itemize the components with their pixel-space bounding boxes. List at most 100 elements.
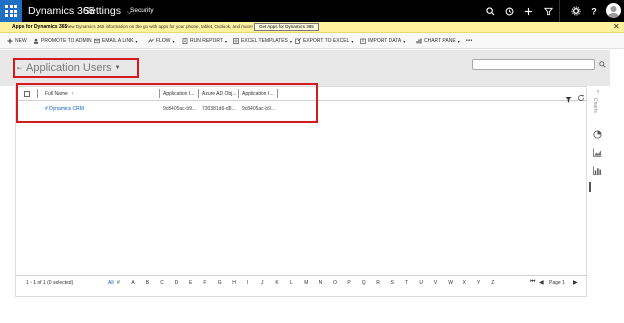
import-icon xyxy=(360,38,366,44)
email-icon xyxy=(94,38,100,44)
filter-letter-link[interactable]: Q xyxy=(362,280,366,286)
export-to-excel-button[interactable]: EXPORT TO EXCEL ▾ xyxy=(295,38,353,44)
run-report-label: RUN REPORT xyxy=(190,38,223,44)
search-icon[interactable] xyxy=(597,59,607,70)
user-avatar[interactable] xyxy=(606,3,621,18)
filter-letter-link[interactable]: C xyxy=(160,280,164,286)
report-icon xyxy=(182,38,188,44)
chevron-left-icon[interactable]: ‹ xyxy=(597,89,599,95)
promote-icon xyxy=(33,38,39,44)
chevron-down-icon: ▾ xyxy=(224,38,227,44)
charts-label[interactable]: Charts xyxy=(592,98,598,113)
filter-icon[interactable] xyxy=(541,4,555,18)
get-apps-button[interactable]: Get Apps for Dynamics 365 xyxy=(254,23,319,31)
bar-chart-icon[interactable] xyxy=(593,162,602,175)
more-commands-button[interactable]: ••• xyxy=(466,38,473,44)
import-data-button[interactable]: IMPORT DATA ▾ xyxy=(360,38,405,44)
filter-letter-link[interactable]: H xyxy=(232,280,236,286)
pie-chart-icon[interactable] xyxy=(593,126,602,139)
filter-letter-link[interactable]: F xyxy=(203,280,206,286)
filter-letter-link[interactable]: M xyxy=(304,280,308,286)
record-count: 1 - 1 of 1 (0 selected) xyxy=(26,280,74,286)
filter-letter-link[interactable]: A xyxy=(131,280,134,286)
refresh-icon[interactable] xyxy=(577,89,585,101)
export-to-excel-label: EXPORT TO EXCEL xyxy=(303,38,350,44)
chevron-down-icon: ▾ xyxy=(135,38,138,44)
flow-button[interactable]: FLOW ▾ xyxy=(148,38,174,44)
next-page-icon[interactable]: ▶ xyxy=(573,279,578,286)
highlight-box-grid xyxy=(16,83,318,123)
excel-templates-button[interactable]: EXCEL TEMPLATES ▾ xyxy=(233,38,292,44)
notification-bar: Apps for Dynamics 365 View Dynamics 365 … xyxy=(0,22,624,33)
filter-letter-link[interactable]: W xyxy=(448,280,453,286)
export-icon xyxy=(295,38,302,44)
help-icon[interactable]: ? xyxy=(587,4,601,18)
filter-letter-link[interactable]: V xyxy=(434,280,437,286)
filter-letter-link[interactable]: K xyxy=(275,280,278,286)
flow-icon xyxy=(148,38,154,44)
gear-icon[interactable] xyxy=(569,4,583,18)
new-label: NEW xyxy=(15,38,27,44)
filter-letter-link[interactable]: S xyxy=(391,280,394,286)
top-nav-bar: Dynamics 365 Settings ⌵ Security ? xyxy=(0,0,624,22)
filter-all-link[interactable]: All xyxy=(108,280,114,286)
filter-letter-link[interactable]: R xyxy=(376,280,380,286)
run-report-button[interactable]: RUN REPORT ▾ xyxy=(182,38,227,44)
new-button[interactable]: NEW xyxy=(7,38,27,44)
filter-letter-link[interactable]: L xyxy=(290,280,293,286)
page-bottom xyxy=(0,297,624,323)
filter-letter-link[interactable]: J xyxy=(261,280,264,286)
filter-letter-link[interactable]: O xyxy=(333,280,337,286)
chevron-down-icon: ▾ xyxy=(403,38,406,44)
chart-pane-label: CHART PANE xyxy=(424,38,456,44)
chart-icon xyxy=(416,38,422,44)
highlight-box-view-title xyxy=(13,58,139,78)
notification-title: Apps for Dynamics 365 xyxy=(12,24,68,30)
filter-icon[interactable] xyxy=(565,90,572,103)
filter-letter-link[interactable]: D xyxy=(175,280,179,286)
right-edge xyxy=(610,50,624,300)
waffle-icon xyxy=(5,5,17,17)
filter-letter-link[interactable]: # xyxy=(117,280,120,286)
chevron-down-icon: ▾ xyxy=(457,38,460,44)
search-icon[interactable] xyxy=(483,4,497,18)
chart-rail xyxy=(589,86,607,296)
excel-templates-label: EXCEL TEMPLATES xyxy=(241,38,288,44)
nav-divider xyxy=(559,0,560,22)
area-selector[interactable]: Settings ⌵ xyxy=(83,5,132,17)
plus-icon[interactable] xyxy=(521,4,535,18)
chart-pane-button[interactable]: CHART PANE ▾ xyxy=(416,38,460,44)
page-number: Page 1 xyxy=(549,280,565,286)
excel-icon xyxy=(233,38,239,44)
email-link-button[interactable]: EMAIL A LINK ▾ xyxy=(94,38,138,44)
promote-to-admin-button[interactable]: PROMOTE TO ADMIN xyxy=(33,38,92,44)
area-label: Settings xyxy=(83,5,121,17)
search-input[interactable] xyxy=(472,59,595,70)
filter-letter-link[interactable]: G xyxy=(218,280,222,286)
filter-letter-link[interactable]: Y xyxy=(477,280,480,286)
filter-letter-link[interactable]: T xyxy=(405,280,408,286)
history-icon[interactable] xyxy=(502,4,516,18)
filter-letter-link[interactable]: B xyxy=(146,280,149,286)
app-frame: Dynamics 365 Settings ⌵ Security ? Apps … xyxy=(0,0,624,323)
close-icon[interactable]: ✕ xyxy=(613,22,620,31)
promote-to-admin-label: PROMOTE TO ADMIN xyxy=(41,38,92,44)
first-page-icon[interactable]: ⏮ xyxy=(530,279,535,286)
scrollbar-thumb[interactable] xyxy=(589,182,591,192)
filter-letter-link[interactable]: I xyxy=(247,280,248,286)
filter-letter-link[interactable]: E xyxy=(189,280,192,286)
chevron-down-icon: ▾ xyxy=(351,38,354,44)
filter-letter-link[interactable]: P xyxy=(347,280,350,286)
app-launcher-button[interactable] xyxy=(0,0,22,22)
filter-letter-link[interactable]: X xyxy=(463,280,466,286)
flow-label: FLOW xyxy=(156,38,171,44)
breadcrumb[interactable]: Security xyxy=(130,7,153,14)
previous-page-icon[interactable]: ◀ xyxy=(539,279,544,286)
import-data-label: IMPORT DATA xyxy=(368,38,402,44)
command-bar: NEW PROMOTE TO ADMIN EMAIL A LINK ▾ FLOW… xyxy=(0,34,624,49)
filter-letter-link[interactable]: U xyxy=(419,280,423,286)
filter-letter-link[interactable]: Z xyxy=(491,280,494,286)
area-chart-icon[interactable] xyxy=(593,144,602,157)
filter-letter-link[interactable]: N xyxy=(319,280,323,286)
chevron-down-icon: ▾ xyxy=(172,38,175,44)
